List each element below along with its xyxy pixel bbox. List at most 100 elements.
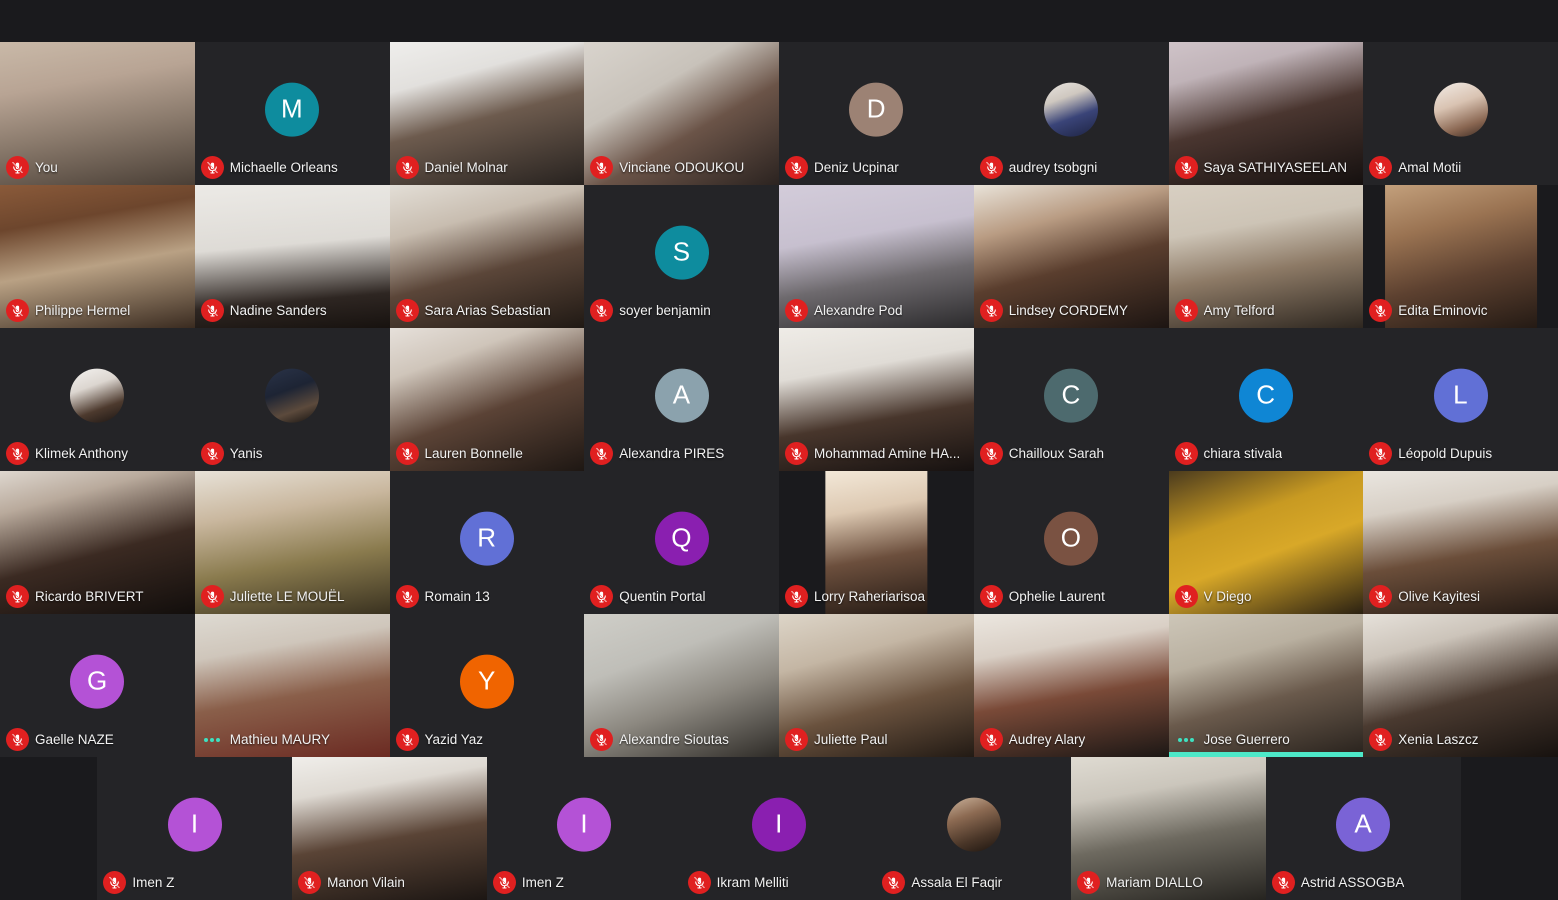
- muted-microphone-icon[interactable]: [6, 442, 29, 465]
- muted-microphone-icon[interactable]: [785, 156, 808, 179]
- muted-microphone-icon[interactable]: [395, 299, 419, 322]
- participant-tile[interactable]: M Michaelle Orleans: [194, 42, 390, 185]
- participant-tile[interactable]: Vinciane ODOUKOU: [584, 42, 779, 185]
- participant-tile[interactable]: Saya SATHIYASEELAN: [1168, 42, 1364, 185]
- muted-microphone-icon[interactable]: [1174, 156, 1198, 179]
- participant-tile[interactable]: Jose Guerrero: [1168, 614, 1364, 757]
- muted-microphone-icon[interactable]: [979, 156, 1003, 179]
- participant-tile[interactable]: Alexandre Pod: [779, 185, 974, 328]
- muted-microphone-icon[interactable]: [979, 728, 1003, 751]
- muted-microphone-icon[interactable]: [1369, 442, 1393, 465]
- muted-microphone-icon[interactable]: [785, 299, 808, 322]
- participant-tile[interactable]: Xenia Laszcz: [1363, 614, 1558, 757]
- participant-name-bar: Olive Kayitesi: [1369, 585, 1480, 608]
- participant-tile[interactable]: Mathieu MAURY: [194, 614, 390, 757]
- participant-tile[interactable]: L Léopold Dupuis: [1363, 328, 1558, 471]
- muted-microphone-icon[interactable]: [200, 442, 224, 465]
- participant-tile[interactable]: Lauren Bonnelle: [389, 328, 585, 471]
- participant-name: Quentin Portal: [619, 588, 706, 604]
- participant-tile[interactable]: Lorry Raheriarisoa: [779, 471, 974, 614]
- participant-tile[interactable]: Amy Telford: [1168, 185, 1364, 328]
- participant-tile[interactable]: Y Yazid Yaz: [389, 614, 585, 757]
- muted-microphone-icon[interactable]: [1271, 871, 1295, 894]
- muted-microphone-icon[interactable]: [590, 585, 614, 608]
- participant-tile[interactable]: Ricardo BRIVERT: [0, 471, 195, 614]
- participant-tile[interactable]: Daniel Molnar: [389, 42, 585, 185]
- participant-tile[interactable]: Olive Kayitesi: [1363, 471, 1558, 614]
- participant-tile[interactable]: Ssoyer benjamin: [584, 185, 779, 328]
- participant-tile[interactable]: V Diego: [1168, 471, 1364, 614]
- participant-tile[interactable]: A Astrid ASSOGBA: [1265, 757, 1461, 900]
- participant-tile[interactable]: Assala El Faqir: [876, 757, 1072, 900]
- muted-microphone-icon[interactable]: [979, 585, 1003, 608]
- muted-microphone-icon[interactable]: [1174, 442, 1198, 465]
- participant-tile[interactable]: Mariam DIALLO: [1071, 757, 1266, 900]
- muted-microphone-icon[interactable]: [785, 442, 808, 465]
- muted-microphone-icon[interactable]: [1369, 299, 1393, 322]
- muted-microphone-icon[interactable]: [590, 442, 614, 465]
- participant-tile[interactable]: A Alexandra PIRES: [584, 328, 779, 471]
- muted-microphone-icon[interactable]: [395, 585, 419, 608]
- participant-tile[interactable]: Mohammad Amine HA...: [779, 328, 974, 471]
- muted-microphone-icon[interactable]: [590, 299, 614, 322]
- participant-tile[interactable]: Sara Arias Sebastian: [389, 185, 585, 328]
- muted-microphone-icon[interactable]: [200, 156, 224, 179]
- participant-name: Alexandre Sioutas: [619, 731, 729, 747]
- participant-tile[interactable]: Nadine Sanders: [194, 185, 390, 328]
- muted-microphone-icon[interactable]: [785, 728, 808, 751]
- muted-microphone-icon[interactable]: [1077, 871, 1101, 894]
- muted-microphone-icon[interactable]: [1369, 728, 1393, 751]
- participant-tile[interactable]: Klimek Anthony: [0, 328, 195, 471]
- participant-tile[interactable]: D Deniz Ucpinar: [779, 42, 974, 185]
- participant-tile[interactable]: I Imen Z: [97, 757, 293, 900]
- participant-tile[interactable]: Edita Eminovic: [1363, 185, 1558, 328]
- participant-tile[interactable]: C Chailloux Sarah: [973, 328, 1169, 471]
- participant-tile[interactable]: R Romain 13: [389, 471, 585, 614]
- muted-microphone-icon[interactable]: [882, 871, 906, 894]
- muted-microphone-icon[interactable]: [1369, 156, 1393, 179]
- muted-microphone-icon[interactable]: [590, 728, 614, 751]
- muted-microphone-icon[interactable]: [590, 156, 614, 179]
- participant-tile[interactable]: G Gaelle NAZE: [0, 614, 195, 757]
- muted-microphone-icon[interactable]: [6, 585, 29, 608]
- participant-tile[interactable]: Philippe Hermel: [0, 185, 195, 328]
- muted-microphone-icon[interactable]: [200, 299, 224, 322]
- muted-microphone-icon[interactable]: [395, 156, 419, 179]
- muted-microphone-icon[interactable]: [1174, 585, 1198, 608]
- participant-tile[interactable]: Q Quentin Portal: [584, 471, 779, 614]
- muted-microphone-icon[interactable]: [6, 156, 29, 179]
- participant-name: Ricardo BRIVERT: [35, 588, 144, 604]
- participant-tile[interactable]: Manon Vilain: [292, 757, 487, 900]
- muted-microphone-icon[interactable]: [200, 585, 224, 608]
- participant-tile[interactable]: I Imen Z: [486, 757, 682, 900]
- participant-tile[interactable]: Juliette LE MOUËL: [194, 471, 390, 614]
- participant-name: Léopold Dupuis: [1398, 445, 1493, 461]
- participant-name: Alexandre Pod: [814, 302, 903, 318]
- muted-microphone-icon[interactable]: [6, 728, 29, 751]
- muted-microphone-icon[interactable]: [492, 871, 516, 894]
- muted-microphone-icon[interactable]: [298, 871, 322, 894]
- muted-microphone-icon[interactable]: [1174, 299, 1198, 322]
- participant-tile[interactable]: Audrey Alary: [973, 614, 1169, 757]
- participant-name: Alexandra PIRES: [619, 445, 725, 461]
- participant-tile[interactable]: Alexandre Sioutas: [584, 614, 779, 757]
- participant-tile[interactable]: Juliette Paul: [779, 614, 974, 757]
- participant-tile[interactable]: O Ophelie Laurent: [973, 471, 1169, 614]
- muted-microphone-icon[interactable]: [6, 299, 29, 322]
- muted-microphone-icon[interactable]: [785, 585, 808, 608]
- participant-name-bar: Juliette Paul: [785, 728, 888, 751]
- muted-microphone-icon[interactable]: [395, 728, 419, 751]
- participant-tile[interactable]: Cchiara stivala: [1168, 328, 1364, 471]
- participant-tile[interactable]: Amal Motii: [1363, 42, 1558, 185]
- muted-microphone-icon[interactable]: [979, 442, 1003, 465]
- muted-microphone-icon[interactable]: [395, 442, 419, 465]
- muted-microphone-icon[interactable]: [687, 871, 711, 894]
- muted-microphone-icon[interactable]: [979, 299, 1003, 322]
- participant-tile[interactable]: audrey tsobgni: [973, 42, 1169, 185]
- participant-tile[interactable]: Yanis: [194, 328, 390, 471]
- muted-microphone-icon[interactable]: [1369, 585, 1393, 608]
- participant-tile[interactable]: I Ikram Melliti: [681, 757, 877, 900]
- participant-tile[interactable]: You: [0, 42, 195, 185]
- participant-tile[interactable]: Lindsey CORDEMY: [973, 185, 1169, 328]
- muted-microphone-icon[interactable]: [103, 871, 127, 894]
